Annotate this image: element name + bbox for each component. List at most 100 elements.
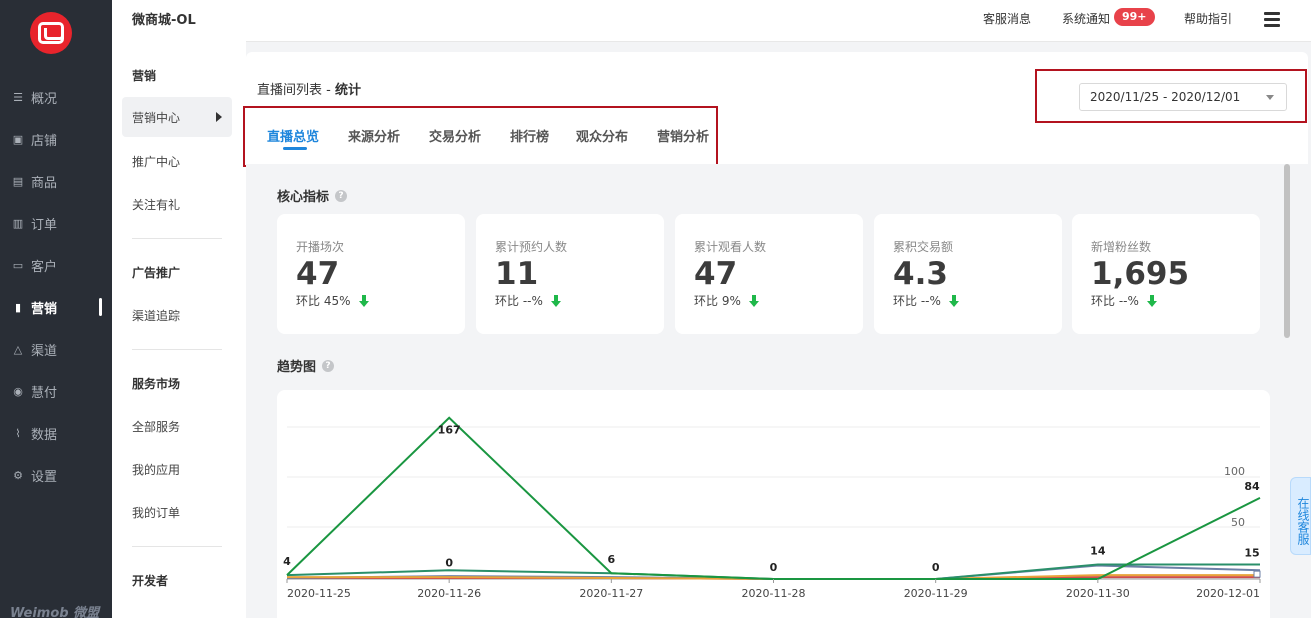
subnav-item-my-orders[interactable]: 我的订单	[132, 504, 180, 521]
kpi-value: 47	[296, 256, 340, 292]
breadcrumb-parent[interactable]: 直播间列表	[257, 83, 322, 98]
end-point-marker	[1253, 570, 1261, 578]
weimob-logo[interactable]	[30, 12, 72, 54]
notice-count-badge: 99+	[1114, 8, 1155, 26]
system-notice-link[interactable]: 系统通知	[1062, 10, 1110, 27]
menu-icon[interactable]	[1264, 12, 1280, 27]
tab-live-overview[interactable]: 直播总览	[267, 126, 319, 145]
nav-item-store[interactable]: ▣ 店铺	[0, 124, 112, 154]
tab-marketing-analysis[interactable]: 营销分析	[657, 126, 709, 145]
nav-item-overview[interactable]: ☰ 概况	[0, 82, 112, 112]
store-icon: ▣	[12, 132, 24, 146]
x-tick-label: 2020-11-28	[742, 587, 806, 600]
tab-trade-analysis[interactable]: 交易分析	[429, 126, 481, 145]
x-tick-label: 2020-11-29	[904, 587, 968, 600]
nav-item-data[interactable]: ⌇ 数据	[0, 418, 112, 448]
cs-messages-link[interactable]: 客服消息	[983, 10, 1031, 27]
main-nav: ☰ 概况 ▣ 店铺 ▤ 商品 ▥ 订单 ▭ 客户 ▮ 营销 △ 渠道 ◉ 慧付 ⌇ 数据 ⚙ 设置 …	[0, 0, 112, 618]
active-marker	[99, 298, 102, 316]
stats-content: 核心指标? 开播场次 47 环比 45% 累计预约人数 11 环比 --% 累计…	[246, 164, 1276, 618]
trend-chart-card: 50 100 4 167 0 6 0 0 14 84 15 2020-11-25 2020-11-26 2…	[277, 390, 1270, 618]
arrow-down-icon	[358, 294, 369, 307]
date-range-picker[interactable]: 2020/11/25 - 2020/12/01	[1079, 83, 1287, 111]
tab-ranking[interactable]: 排行榜	[510, 126, 549, 145]
kpi-card: 累计预约人数 11 环比 --%	[476, 214, 664, 334]
x-tick-label: 2020-11-30	[1066, 587, 1130, 600]
data-label: 4	[283, 555, 291, 568]
subnav-item-channel-tracking[interactable]: 渠道追踪	[132, 307, 180, 324]
subnav-item-promotion[interactable]: 推广中心	[132, 153, 180, 170]
divider	[132, 546, 222, 547]
help-icon[interactable]: ?	[322, 359, 335, 372]
kpi-value: 4.3	[893, 256, 948, 292]
marketing-icon: ▮	[14, 300, 22, 314]
x-tick-label: 2020-11-25	[287, 587, 351, 600]
nav-item-settings[interactable]: ⚙ 设置	[0, 460, 112, 490]
order-icon: ▥	[12, 216, 24, 230]
data-label: 15	[1244, 547, 1259, 560]
y-tick-label: 100	[1224, 465, 1245, 478]
data-label: 0	[770, 561, 778, 574]
arrow-down-icon	[550, 294, 561, 307]
nav-item-customers[interactable]: ▭ 客户	[0, 250, 112, 280]
help-guide-link[interactable]: 帮助指引	[1184, 10, 1232, 27]
active-tab-indicator	[283, 147, 307, 150]
app-title: 微商城-OL	[132, 13, 196, 28]
main-panel: 直播间列表 - 统计 2020/11/25 - 2020/12/01 直播总览 …	[243, 52, 1308, 618]
subnav-group-developer: 开发者	[132, 574, 169, 588]
tab-source-analysis[interactable]: 来源分析	[348, 126, 400, 145]
divider	[132, 349, 222, 350]
kpi-card: 累积交易额 4.3 环比 --%	[874, 214, 1062, 334]
x-tick-label: 2020-11-27	[579, 587, 643, 600]
trend-chart: 50 100 4 167 0 6 0 0 14 84 15 2020-11-25 2020-11-26 2…	[283, 416, 1261, 600]
arrow-down-icon	[1146, 294, 1157, 307]
y-tick-label: 50	[1231, 516, 1245, 529]
customer-icon: ▭	[12, 258, 24, 272]
data-label: 167	[438, 424, 461, 437]
nav-item-pay[interactable]: ◉ 慧付	[0, 376, 112, 406]
weimob-brand: Weimob 微盟	[10, 606, 100, 618]
nav-item-channels[interactable]: △ 渠道	[0, 334, 112, 364]
subnav-item-all-services[interactable]: 全部服务	[132, 418, 180, 435]
subnav-item-marketing-center[interactable]: 营销中心	[122, 97, 232, 137]
kpi-card: 开播场次 47 环比 45%	[277, 214, 465, 334]
breadcrumb-current: 统计	[334, 83, 361, 98]
data-label: 0	[932, 561, 940, 574]
help-icon[interactable]: ?	[335, 189, 348, 202]
scrollbar-thumb[interactable]	[1284, 164, 1290, 338]
trend-chart-title: 趋势图?	[277, 356, 335, 375]
pay-icon: ◉	[13, 384, 23, 398]
breadcrumb: 直播间列表 - 统计	[257, 83, 361, 98]
data-label: 84	[1244, 480, 1260, 493]
subnav-item-my-apps[interactable]: 我的应用	[132, 461, 180, 478]
nav-item-marketing[interactable]: ▮ 营销	[0, 292, 112, 322]
nav-item-orders[interactable]: ▥ 订单	[0, 208, 112, 238]
nav-item-products[interactable]: ▤ 商品	[0, 166, 112, 196]
data-icon: ⌇	[15, 426, 21, 440]
triangle-right-icon	[216, 112, 222, 122]
sub-nav: 微商城-OL 营销 营销中心 推广中心 关注有礼 广告推广 渠道追踪 服务市场 …	[112, 0, 246, 618]
kpi-card: 累计观看人数 47 环比 9%	[675, 214, 863, 334]
subnav-group-marketing: 营销	[132, 69, 157, 83]
series-line	[286, 416, 1261, 580]
data-label: 0	[445, 556, 453, 569]
core-metrics-title: 核心指标?	[277, 186, 348, 205]
divider	[132, 238, 222, 239]
settings-icon: ⚙	[13, 468, 23, 482]
data-label: 6	[608, 553, 616, 566]
arrow-down-icon	[948, 294, 959, 307]
arrow-down-icon	[748, 294, 759, 307]
tab-audience[interactable]: 观众分布	[576, 126, 628, 145]
kpi-card: 新增粉丝数 1,695 环比 --%	[1072, 214, 1260, 334]
subnav-group-market: 服务市场	[132, 377, 181, 391]
caret-down-icon	[1266, 95, 1274, 100]
subnav-item-follow-gift[interactable]: 关注有礼	[132, 196, 180, 213]
online-service-button[interactable]: 在线客服	[1290, 477, 1311, 555]
top-bar: 客服消息 系统通知 99+ 帮助指引	[246, 0, 1311, 42]
kpi-value: 1,695	[1091, 256, 1190, 292]
data-label: 14	[1090, 545, 1106, 558]
x-tick-label: 2020-12-01	[1196, 587, 1260, 600]
list-icon: ☰	[13, 90, 23, 104]
x-tick-label: 2020-11-26	[417, 587, 481, 600]
kpi-value: 47	[694, 256, 738, 292]
